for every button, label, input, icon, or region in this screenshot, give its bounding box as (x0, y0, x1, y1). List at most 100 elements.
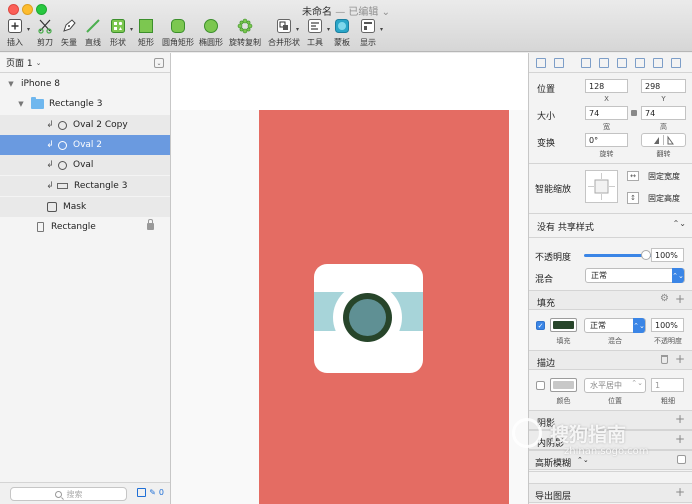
disclosure-open-icon[interactable]: ▼ (6, 80, 16, 88)
blending-value: 正常 (591, 271, 607, 280)
border-position-select[interactable]: 水平居中 ⌃⌄ (584, 378, 646, 393)
distribute-vertical-icon[interactable] (554, 58, 564, 68)
resizing-widget[interactable] (585, 170, 618, 203)
rotate-copies-icon (236, 17, 254, 35)
layer-name: Oval 2 (73, 140, 103, 150)
camera-icon-shape[interactable] (314, 264, 423, 373)
toolbar-vector-button[interactable]: 矢量 (60, 17, 78, 51)
fill-color-swatch[interactable] (550, 318, 577, 332)
add-shadow-icon[interactable]: + (675, 412, 685, 426)
position-x-field[interactable]: 128 (585, 79, 628, 93)
lock-icon[interactable] (147, 219, 154, 230)
align-center-icon[interactable] (599, 58, 609, 68)
divider (529, 471, 692, 472)
folder-icon (31, 97, 44, 109)
add-export-icon[interactable]: + (675, 485, 685, 499)
rotation-field[interactable]: 0° (585, 133, 628, 147)
shared-style-chevron-icon: ⌃⌄ (672, 219, 686, 228)
align-right-icon[interactable] (617, 58, 627, 68)
layer-row-rectangle-3[interactable]: ↲ Rectangle 3 (0, 176, 170, 196)
border-enabled-checkbox[interactable] (536, 381, 545, 390)
mask-arrow-icon: ↲ (46, 120, 54, 130)
border-position-sub-label: 位置 (608, 397, 622, 405)
layer-row-oval[interactable]: ↲ Oval (0, 155, 170, 175)
rotation-label: 旋转 (599, 150, 614, 158)
toolbar-shape-button[interactable]: ▾ 形状 (109, 17, 133, 51)
page-selector[interactable]: 页面 1 ⌄ ⌄ (0, 53, 170, 73)
fills-gear-icon[interactable]: ⚙ (660, 293, 669, 304)
canvas[interactable] (171, 53, 528, 504)
toolbar-rotate-copies-button[interactable]: 旋转复制 (229, 17, 261, 51)
fill-color-chip (553, 321, 574, 329)
blur-label[interactable]: 高斯模糊 (535, 456, 571, 469)
align-top-icon[interactable] (635, 58, 645, 68)
toolbar-rounded-rect-button[interactable]: 圆角矩形 (162, 17, 194, 51)
add-border-icon[interactable]: + (675, 352, 685, 366)
copy-slice-icon[interactable] (137, 488, 147, 497)
blur-chevron-icon[interactable]: ⌃⌄ (577, 456, 589, 464)
align-left-icon[interactable] (581, 58, 591, 68)
toolbar-insert-button[interactable]: ▾ 插入 (6, 17, 30, 51)
toolbar-combine-shapes-button[interactable]: ▾ 合并形状 (268, 17, 300, 51)
document-title[interactable]: 未命名 — 已编辑 ⌄ (0, 3, 692, 18)
layer-filter-input[interactable]: 搜索 (10, 487, 127, 501)
add-fill-icon[interactable]: + (675, 292, 685, 306)
blur-enabled-checkbox[interactable] (677, 455, 686, 464)
fill-blend-select[interactable]: 正常 ⌃⌄ (584, 318, 646, 333)
toolbar-view-button[interactable]: ▾ 显示 (359, 17, 383, 51)
opacity-label: 不透明度 (535, 253, 572, 263)
size-height-field[interactable]: 74 (641, 106, 686, 120)
layer-row-iphone-8[interactable]: ▼ iPhone 8 (0, 74, 170, 94)
border-color-sub-label: 颜色 (556, 397, 571, 405)
blending-select[interactable]: 正常 ⌃⌄ (585, 268, 685, 283)
align-bottom-icon[interactable] (671, 58, 681, 68)
toolbar-line-button[interactable]: 直线 (84, 17, 102, 51)
position-y-field[interactable]: 298 (641, 79, 686, 93)
size-label: 大小 (537, 112, 556, 122)
fill-opacity-sub-label: 不透明度 (654, 337, 682, 345)
toolbar-rectangle-button[interactable]: 矩形 (137, 17, 155, 51)
oval-layer-icon (58, 120, 67, 130)
select-arrows-icon: ⌃⌄ (672, 268, 684, 283)
border-color-swatch[interactable] (550, 378, 577, 392)
size-width-label: 宽 (603, 123, 610, 131)
opacity-field[interactable]: 100% (651, 248, 684, 262)
toolbar-view-label: 显示 (360, 38, 376, 47)
lock-ratio-icon[interactable] (631, 110, 637, 116)
border-thickness-field[interactable]: 1 (651, 378, 684, 392)
select-arrows-icon: ⌃⌄ (633, 318, 645, 333)
disclosure-open-icon[interactable]: ▼ (16, 100, 26, 108)
fix-width-icon[interactable]: ↔ (627, 171, 639, 181)
toolbar-oval-button[interactable]: 椭圆形 (199, 17, 223, 51)
artboard-background[interactable] (259, 110, 509, 504)
layer-row-oval-2[interactable]: ↲ Oval 2 (0, 135, 170, 155)
align-middle-icon[interactable] (653, 58, 663, 68)
toolbar-mask-button[interactable]: 蒙板 (333, 17, 351, 51)
divider (529, 237, 692, 238)
flip-control[interactable] (641, 133, 686, 147)
delete-border-icon[interactable] (661, 355, 668, 364)
size-width-field[interactable]: 74 (585, 106, 628, 120)
add-inner-shadow-icon[interactable]: + (675, 432, 685, 446)
fill-sub-label: 填充 (556, 337, 571, 345)
fill-opacity-field[interactable]: 100% (651, 318, 684, 332)
layer-row-mask[interactable]: Mask (0, 197, 170, 217)
page-label: 页面 1 (6, 59, 33, 69)
fix-height-icon[interactable]: ↕ (627, 192, 639, 204)
shared-style-dropdown[interactable]: 没有 共享样式 ⌃⌄ (529, 214, 692, 236)
slice-pen-icon[interactable]: ✎ (149, 488, 156, 497)
pages-toggle-icon[interactable]: ⌄ (154, 58, 164, 68)
fill-enabled-checkbox[interactable]: ✓ (536, 321, 545, 330)
position-label: 位置 (537, 85, 556, 95)
toolbar-scissors-button[interactable]: 剪刀 (36, 17, 54, 51)
opacity-slider-knob[interactable] (641, 250, 651, 260)
toolbar-tools-button[interactable]: ▾ 工具 (306, 17, 330, 51)
layer-row-oval-2-copy[interactable]: ↲ Oval 2 Copy (0, 115, 170, 135)
border-color-chip (553, 381, 574, 389)
layer-row-rectangle[interactable]: Rectangle (0, 217, 170, 237)
layer-row-rectangle-3-group[interactable]: ▼ Rectangle 3 (0, 94, 170, 114)
distribute-horizontal-icon[interactable] (536, 58, 546, 68)
oval-shape[interactable] (349, 299, 386, 336)
flip-icon (654, 135, 674, 145)
toolbar-line-label: 直线 (85, 38, 101, 47)
